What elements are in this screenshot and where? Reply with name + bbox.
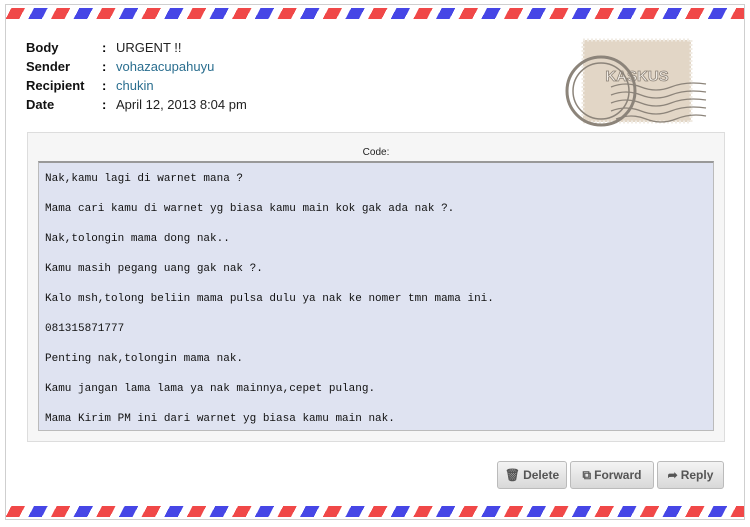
- meta-row-sender: Sender: vohazacupahuyu: [26, 57, 247, 76]
- body-value: URGENT !!: [116, 40, 182, 55]
- reply-button[interactable]: ➦ Reply: [657, 461, 724, 489]
- delete-button[interactable]: 🗑 Delete: [497, 461, 567, 489]
- kaskus-stamp-logo: KASKUS: [565, 38, 707, 127]
- forward-label: Forward: [594, 468, 642, 482]
- recipient-link[interactable]: chukin: [116, 76, 154, 95]
- code-line: Kamu jangan lama lama ya nak mainnya,cep…: [45, 383, 376, 395]
- code-line: Mama Kirim PM ini dari warnet yg biasa k…: [45, 413, 395, 425]
- delete-label: Delete: [523, 468, 560, 482]
- code-line: Kalo msh,tolong beliin mama pulsa dulu y…: [45, 293, 494, 305]
- code-line: Kamu masih pegang uang gak nak ?.: [45, 263, 263, 275]
- airmail-stripe-top: [6, 8, 744, 19]
- message-envelope: Body: URGENT !! Sender: vohazacupahuyu Rec…: [5, 4, 745, 520]
- body-label: Body: [26, 40, 59, 55]
- date-label: Date: [26, 97, 55, 112]
- forward-button[interactable]: ⧉ Forward: [570, 461, 654, 489]
- sender-link[interactable]: vohazacupahuyu: [116, 57, 214, 76]
- meta-row-date: Date: April 12, 2013 8:04 pm: [26, 95, 247, 114]
- code-block: Code: Nak,kamu lagi di warnet mana ? Mama…: [27, 132, 725, 442]
- code-line: 081315871777: [45, 323, 125, 335]
- meta-row-body: Body: URGENT !!: [26, 38, 247, 57]
- svg-text:KASKUS: KASKUS: [605, 68, 668, 85]
- code-line: Nak,tolongin mama dong nak..: [45, 233, 230, 245]
- code-content: Nak,kamu lagi di warnet mana ? Mama cari …: [38, 161, 714, 431]
- trash-icon: 🗑: [504, 468, 521, 482]
- code-line: Penting nak,tolongin mama nak.: [45, 353, 244, 365]
- colon: :: [102, 59, 107, 74]
- reply-label: Reply: [680, 468, 714, 482]
- code-line: Nak,kamu lagi di warnet mana ?: [45, 173, 244, 185]
- date-value: April 12, 2013 8:04 pm: [116, 97, 247, 112]
- code-line: Mama cari kamu di warnet yg biasa kamu m…: [45, 203, 455, 215]
- forward-box-icon: ⧉: [582, 467, 592, 482]
- meta-row-recipient: Recipient: chukin: [26, 76, 247, 95]
- code-label: Code:: [362, 147, 390, 158]
- recipient-label: Recipient: [26, 78, 85, 93]
- sender-label: Sender: [26, 59, 71, 74]
- message-meta: Body: URGENT !! Sender: vohazacupahuyu Rec…: [26, 38, 247, 114]
- colon: :: [102, 78, 107, 93]
- reply-arrow-icon: ➦: [667, 468, 678, 482]
- colon: :: [102, 40, 107, 55]
- colon: :: [102, 97, 107, 112]
- airmail-stripe-bottom: [6, 506, 744, 517]
